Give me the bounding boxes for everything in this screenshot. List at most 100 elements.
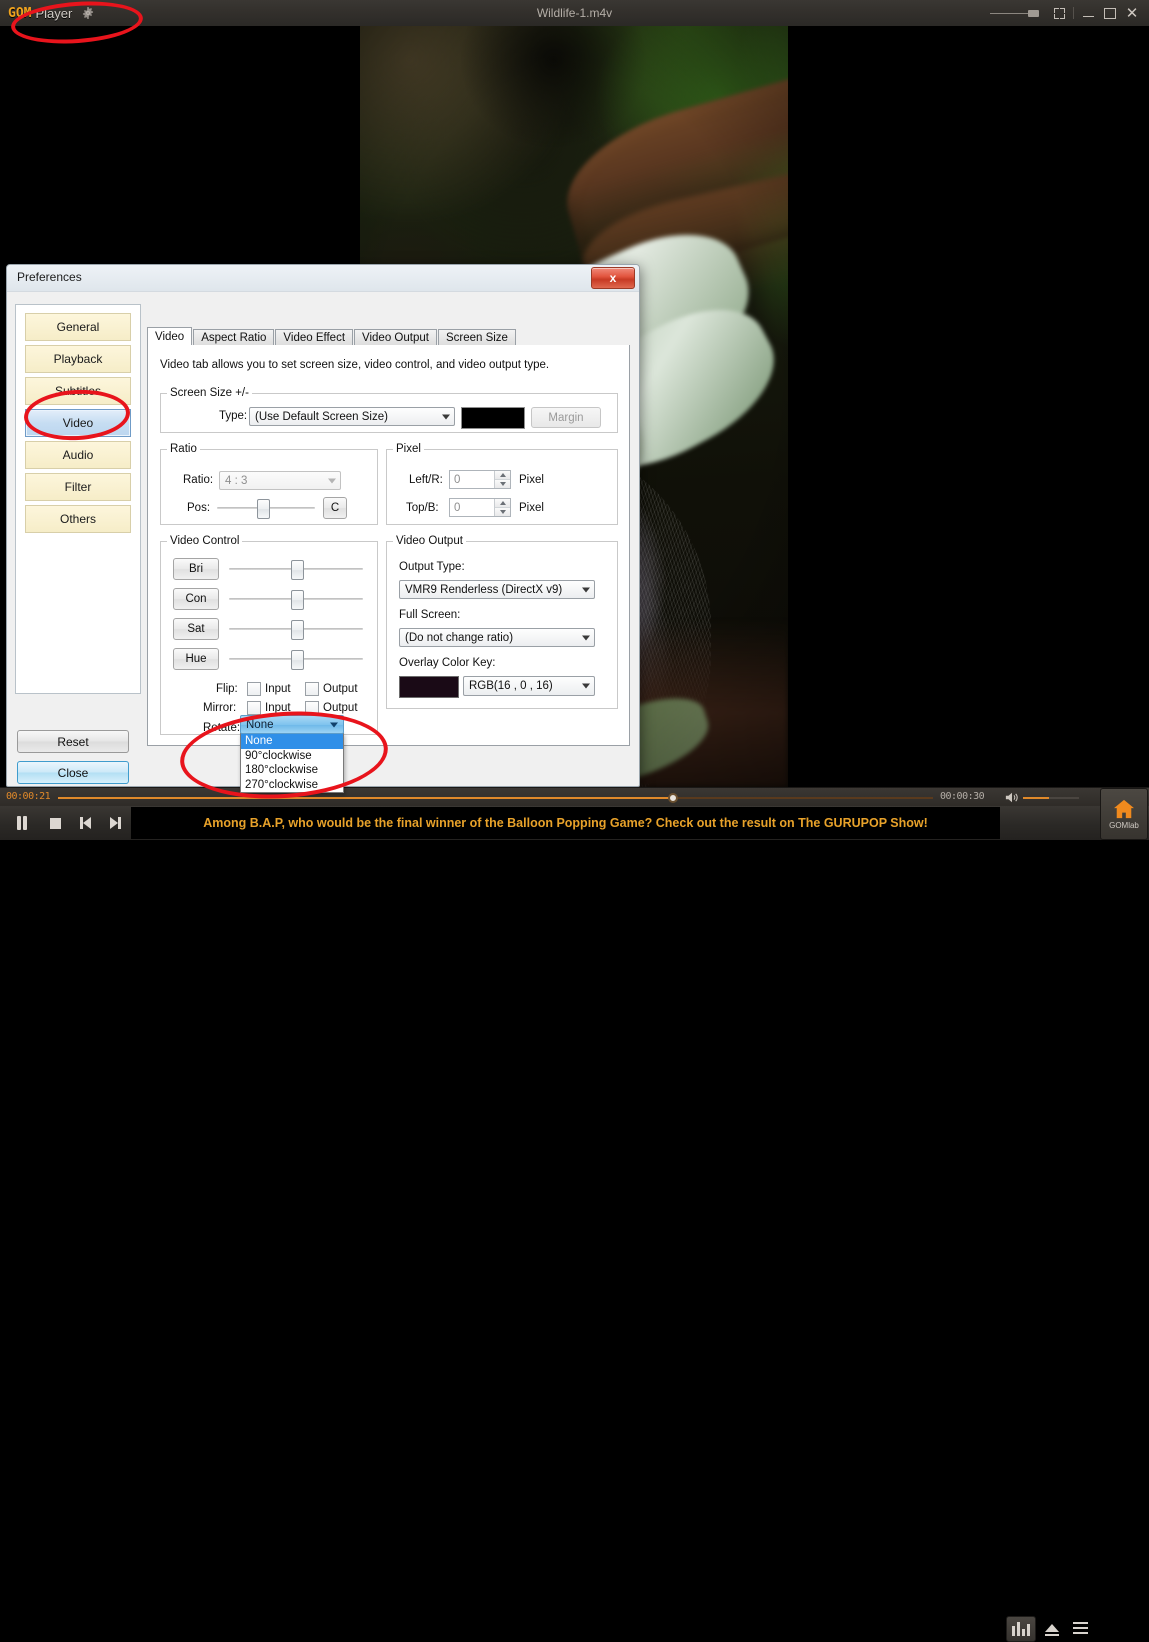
- saturation-button[interactable]: Sat: [173, 618, 219, 640]
- rotate-option-90[interactable]: 90°clockwise: [241, 749, 343, 764]
- brightness-button[interactable]: Bri: [173, 558, 219, 580]
- maximize-icon: [1104, 7, 1116, 19]
- hue-slider-knob[interactable]: [291, 650, 304, 670]
- reset-button[interactable]: Reset: [17, 730, 129, 753]
- tab-video[interactable]: Video: [147, 327, 193, 347]
- ratio-legend: Ratio: [170, 443, 197, 455]
- minimize-button[interactable]: [1077, 3, 1099, 23]
- triangle-up-icon: [499, 473, 506, 477]
- screen-size-color-swatch[interactable]: [461, 407, 525, 429]
- pos-slider-knob[interactable]: [257, 499, 270, 519]
- saturation-slider-knob[interactable]: [291, 620, 304, 640]
- sidebar-item-general[interactable]: General: [25, 313, 131, 341]
- triangle-up-icon: [499, 501, 506, 505]
- hue-button[interactable]: Hue: [173, 648, 219, 670]
- mirror-input-checkbox[interactable]: Input: [247, 701, 291, 715]
- center-button[interactable]: C: [323, 497, 347, 519]
- video-control-group: Video Control Bri Con Sat Hue Flip: Inpu…: [160, 535, 378, 735]
- left-right-value: 0: [454, 473, 461, 486]
- checkbox-icon: [305, 701, 319, 715]
- rotate-option-270[interactable]: 270°clockwise: [241, 778, 343, 793]
- minimize-icon: [1082, 15, 1094, 17]
- overlay-color-key-label: Overlay Color Key:: [399, 657, 496, 669]
- opacity-slider-knob[interactable]: [1028, 10, 1039, 17]
- marquee-banner[interactable]: Among B.A.P, who would be the final winn…: [131, 807, 1000, 839]
- eject-button[interactable]: [1042, 1618, 1062, 1638]
- left-right-unit: Pixel: [519, 474, 544, 486]
- rotate-dropdown-list[interactable]: None 90°clockwise 180°clockwise 270°cloc…: [240, 733, 344, 793]
- mirror-output-checkbox[interactable]: Output: [305, 701, 358, 715]
- full-screen-select[interactable]: (Do not change ratio): [399, 628, 595, 647]
- eject-bar-icon: [1045, 1634, 1059, 1636]
- sidebar-item-subtitles[interactable]: Subtitles: [25, 377, 131, 405]
- flip-input-checkbox[interactable]: Input: [247, 682, 291, 696]
- tab-screen-size[interactable]: Screen Size: [437, 329, 516, 346]
- maximize-button[interactable]: [1099, 3, 1121, 23]
- saturation-slider[interactable]: [229, 620, 363, 640]
- left-right-stepper-buttons[interactable]: [494, 471, 510, 488]
- seek-knob[interactable]: [668, 793, 678, 803]
- contrast-slider-knob[interactable]: [291, 590, 304, 610]
- left-right-increment[interactable]: [495, 471, 510, 480]
- volume-icon[interactable]: [1005, 791, 1019, 804]
- overlay-color-swatch[interactable]: [399, 676, 459, 698]
- close-dialog-button[interactable]: Close: [17, 761, 129, 784]
- tab-aspect-ratio[interactable]: Aspect Ratio: [193, 329, 275, 346]
- volume-fill: [1023, 797, 1049, 799]
- rotate-option-180[interactable]: 180°clockwise: [241, 763, 343, 778]
- video-output-group: Video Output Output Type: VMR9 Renderles…: [386, 535, 618, 709]
- hue-slider[interactable]: [229, 650, 363, 670]
- stop-button[interactable]: [48, 816, 62, 830]
- equalizer-button[interactable]: [1006, 1616, 1036, 1642]
- sidebar-item-playback[interactable]: Playback: [25, 345, 131, 373]
- preferences-close-button[interactable]: x: [591, 267, 635, 289]
- left-right-stepper[interactable]: 0: [449, 470, 511, 489]
- top-bottom-decrement[interactable]: [495, 508, 510, 516]
- gomlab-label: GOMlab: [1109, 820, 1139, 830]
- tab-video-output[interactable]: Video Output: [354, 329, 437, 346]
- contrast-button[interactable]: Con: [173, 588, 219, 610]
- top-bottom-increment[interactable]: [495, 499, 510, 508]
- opacity-slider[interactable]: [990, 7, 1042, 19]
- sidebar-item-audio[interactable]: Audio: [25, 441, 131, 469]
- pause-button[interactable]: [15, 816, 29, 830]
- volume-track[interactable]: [1023, 797, 1079, 799]
- seek-bar[interactable]: 00:00:21 00:00:30: [0, 787, 1149, 807]
- contrast-slider[interactable]: [229, 590, 363, 610]
- overlay-color-select[interactable]: RGB(16 , 0 , 16): [463, 676, 595, 696]
- rotate-option-none[interactable]: None: [241, 734, 343, 749]
- seek-track[interactable]: [58, 793, 933, 803]
- previous-button[interactable]: [78, 816, 92, 830]
- sidebar-item-filter[interactable]: Filter: [25, 473, 131, 501]
- brightness-slider[interactable]: [229, 560, 363, 580]
- gear-icon[interactable]: [82, 7, 94, 19]
- pos-slider[interactable]: [217, 499, 315, 519]
- output-type-select[interactable]: VMR9 Renderless (DirectX v9): [399, 580, 595, 599]
- sidebar-item-others[interactable]: Others: [25, 505, 131, 533]
- chevron-down-icon: [442, 414, 450, 419]
- top-bottom-stepper-buttons[interactable]: [494, 499, 510, 516]
- full-screen-value: (Do not change ratio): [405, 631, 514, 644]
- fullscreen-button[interactable]: [1048, 3, 1070, 23]
- rotate-select[interactable]: None: [240, 715, 344, 734]
- brightness-slider-knob[interactable]: [291, 560, 304, 580]
- flip-output-checkbox[interactable]: Output: [305, 682, 358, 696]
- ratio-select[interactable]: 4 : 3: [219, 471, 341, 490]
- margin-button[interactable]: Margin: [531, 407, 601, 428]
- tab-video-effect[interactable]: Video Effect: [275, 329, 354, 346]
- flip-label: Flip:: [216, 683, 238, 695]
- chevron-down-icon: [582, 587, 590, 592]
- menu-button[interactable]: [1070, 1618, 1090, 1638]
- titlebar-controls: ✕: [990, 3, 1143, 23]
- flip-output-label: Output: [323, 683, 358, 695]
- close-button[interactable]: ✕: [1121, 3, 1143, 23]
- gomlab-button[interactable]: GOMlab: [1100, 788, 1148, 840]
- next-button[interactable]: [108, 816, 122, 830]
- screen-size-type-select[interactable]: (Use Default Screen Size): [249, 407, 455, 426]
- left-right-decrement[interactable]: [495, 480, 510, 488]
- sidebar-item-video[interactable]: Video: [25, 409, 131, 437]
- top-bottom-stepper[interactable]: 0: [449, 498, 511, 517]
- titlebar-divider: [1073, 7, 1074, 19]
- marquee-text: Among B.A.P, who would be the final winn…: [203, 816, 928, 830]
- top-bottom-label: Top/B:: [406, 502, 439, 514]
